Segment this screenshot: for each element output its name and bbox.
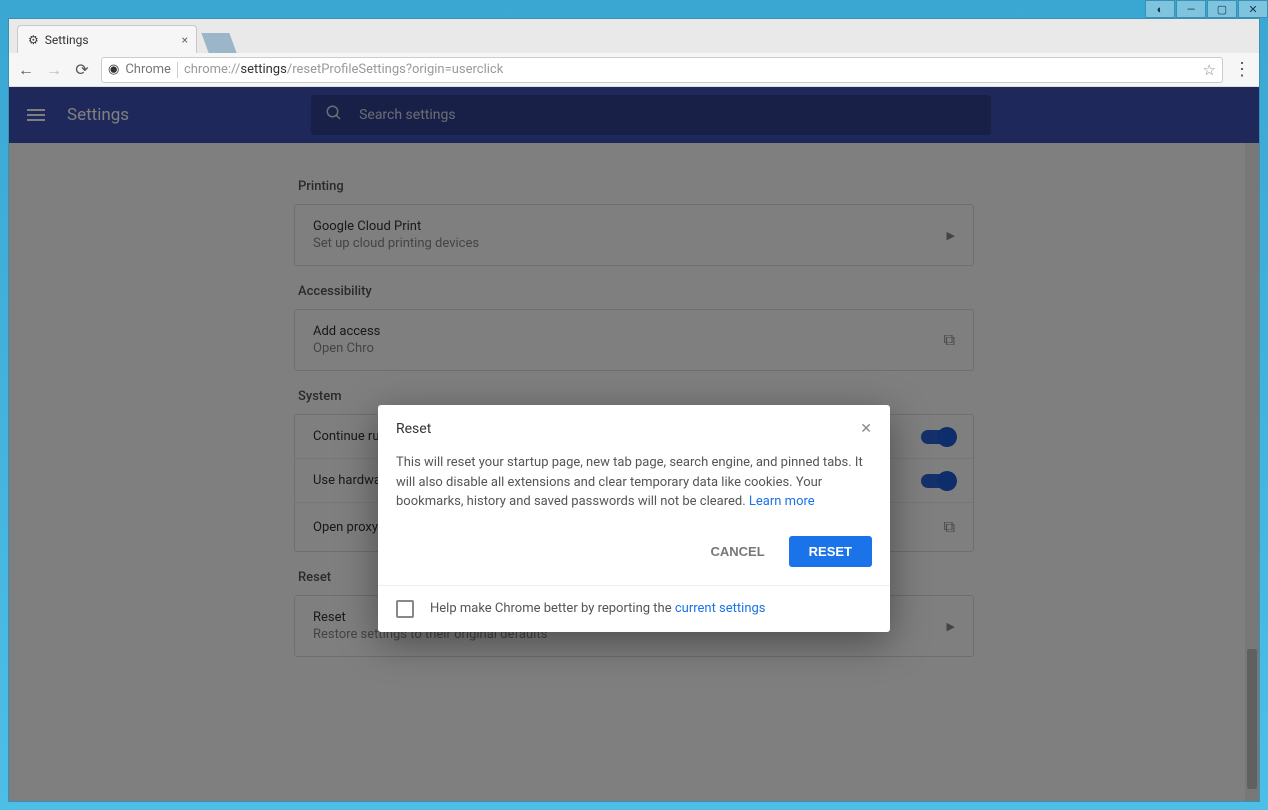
reload-button[interactable]: ⟳ bbox=[73, 60, 91, 79]
tab-title: Settings bbox=[45, 33, 89, 47]
win-minimize-button[interactable]: — bbox=[1176, 0, 1206, 18]
address-bar[interactable]: ◉ Chrome chrome://settings/resetProfileS… bbox=[101, 57, 1223, 83]
win-user-icon[interactable]: ◐ bbox=[1145, 0, 1175, 18]
browser-toolbar: ← → ⟳ ◉ Chrome chrome://settings/resetPr… bbox=[9, 53, 1259, 87]
bookmark-star-icon[interactable]: ☆ bbox=[1203, 61, 1216, 79]
dialog-title: Reset bbox=[396, 421, 431, 437]
tab-close-icon[interactable]: × bbox=[182, 33, 188, 47]
help-text: Help make Chrome better by reporting the… bbox=[430, 601, 766, 616]
chrome-icon: ◉ bbox=[108, 62, 119, 77]
reset-button[interactable]: RESET bbox=[789, 536, 872, 567]
back-button[interactable]: ← bbox=[17, 60, 35, 80]
report-checkbox[interactable] bbox=[396, 600, 414, 618]
win-close-button[interactable]: ✕ bbox=[1238, 0, 1268, 18]
addr-url: chrome://settings/resetProfileSettings?o… bbox=[184, 62, 503, 77]
browser-tab-strip: ⚙ Settings × bbox=[9, 19, 1259, 53]
cancel-button[interactable]: CANCEL bbox=[696, 536, 778, 567]
browser-tab-settings[interactable]: ⚙ Settings × bbox=[17, 25, 197, 53]
dialog-body: This will reset your startup page, new t… bbox=[378, 453, 890, 528]
browser-menu-button[interactable]: ⋮ bbox=[1233, 59, 1251, 80]
win-maximize-button[interactable]: ▢ bbox=[1207, 0, 1237, 18]
forward-button: → bbox=[45, 60, 63, 80]
reset-dialog: Reset ✕ This will reset your startup pag… bbox=[378, 405, 890, 632]
current-settings-link[interactable]: current settings bbox=[675, 601, 766, 616]
close-icon[interactable]: ✕ bbox=[860, 421, 872, 437]
gear-icon: ⚙ bbox=[28, 33, 39, 47]
new-tab-button[interactable] bbox=[201, 33, 236, 53]
learn-more-link[interactable]: Learn more bbox=[749, 494, 815, 509]
addr-scheme: Chrome bbox=[125, 62, 171, 77]
